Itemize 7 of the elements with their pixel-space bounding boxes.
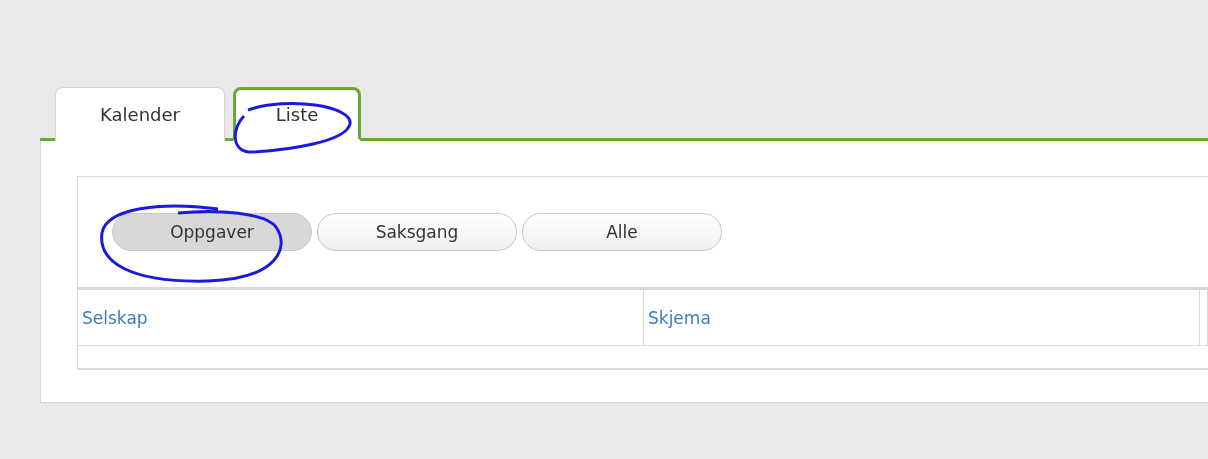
tab[interactable]: Liste — [233, 87, 361, 141]
column-header[interactable]: Selskap — [78, 290, 644, 345]
filter-button[interactable]: Alle — [522, 213, 722, 251]
tab[interactable]: Kalender — [55, 87, 225, 141]
filter-button[interactable]: Saksgang — [317, 213, 517, 251]
filter-button[interactable]: Oppgaver — [112, 213, 312, 251]
column-header[interactable]: Skjema — [644, 290, 1200, 345]
